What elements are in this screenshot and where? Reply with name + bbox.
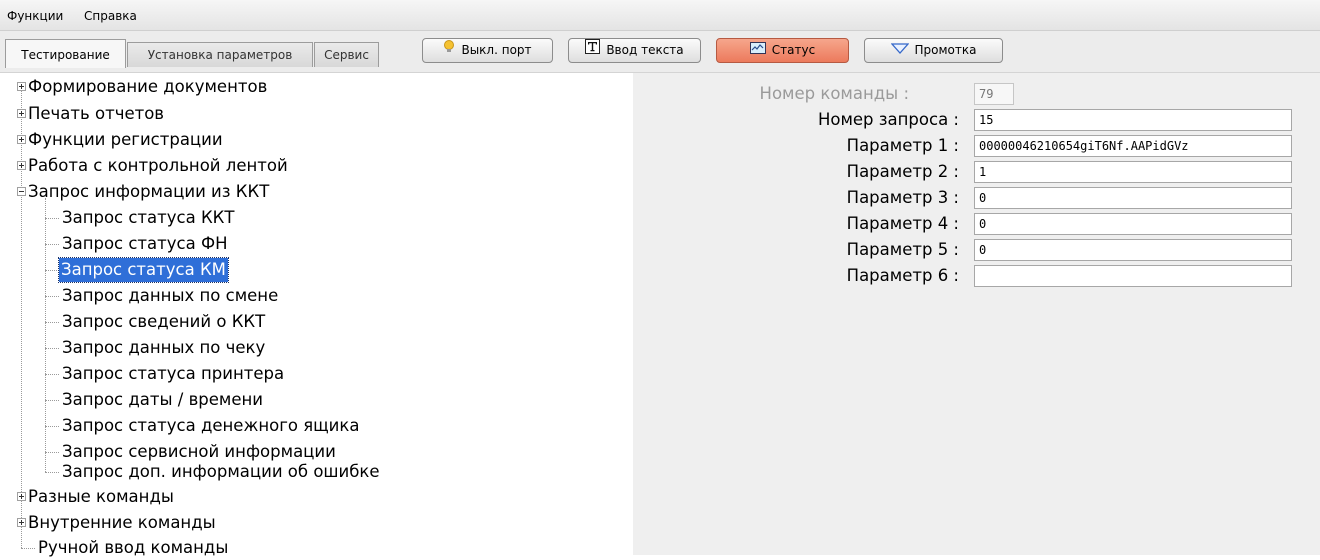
expand-plus-icon[interactable] <box>17 109 26 118</box>
request-number-label: Номер запроса : <box>817 110 959 129</box>
monitor-icon <box>749 39 766 62</box>
param-4-field[interactable]: 0 <box>974 213 1292 235</box>
tree-item-internal-commands[interactable]: Внутренние команды <box>28 511 216 535</box>
param-1-label: Параметр 1 : <box>846 136 959 155</box>
tree-item-kkt-info[interactable]: Запрос информации из ККТ <box>28 180 269 204</box>
expand-plus-icon[interactable] <box>17 82 26 91</box>
tree-branch <box>45 400 59 401</box>
tree-item-kkt-status[interactable]: Запрос статуса ККТ <box>62 206 234 230</box>
param-2-field[interactable]: 1 <box>974 161 1292 183</box>
tree-item-registration[interactable]: Функции регистрации <box>28 128 223 152</box>
param-4-label: Параметр 4 : <box>846 214 959 233</box>
tree-item-reports[interactable]: Печать отчетов <box>28 102 164 126</box>
tree-connector-group <box>45 198 46 472</box>
command-number-label: Номер команды : <box>759 84 909 103</box>
expand-plus-icon[interactable] <box>17 135 26 144</box>
tree-connector-root <box>21 87 22 548</box>
tree-branch <box>45 374 59 375</box>
param-6-field[interactable] <box>974 265 1292 287</box>
text-t-icon <box>585 39 601 62</box>
text-input-button[interactable]: Ввод текста <box>568 38 701 63</box>
tree-branch <box>45 218 59 219</box>
lightbulb-icon <box>443 39 455 62</box>
param-5-field[interactable]: 0 <box>974 239 1292 261</box>
param-2-label: Параметр 2 : <box>846 162 959 181</box>
command-number-field[interactable]: 79 <box>974 83 1014 105</box>
tree-branch <box>45 244 59 245</box>
tree-branch <box>45 296 59 297</box>
tree-branch <box>45 426 59 427</box>
port-off-label: Выкл. порт <box>461 43 532 57</box>
tab-service[interactable]: Сервис <box>314 42 379 67</box>
tab-testing[interactable]: Тестирование <box>5 39 126 68</box>
param-6-label: Параметр 6 : <box>846 266 959 285</box>
tree-item-shift-data[interactable]: Запрос данных по смене <box>62 284 278 308</box>
parameters-panel: Номер команды : 79 Номер запроса : 15 Па… <box>633 73 1320 555</box>
feed-label: Промотка <box>914 43 977 57</box>
menu-functions[interactable]: Функции <box>7 9 63 23</box>
tab-settings[interactable]: Установка параметров <box>127 42 313 67</box>
tree-item-control-tape[interactable]: Работа с контрольной лентой <box>28 154 288 178</box>
feed-button[interactable]: Промотка <box>864 38 1003 63</box>
tree-item-error-info[interactable]: Запрос доп. информации об ошибке <box>62 460 380 484</box>
param-3-field[interactable]: 0 <box>974 187 1292 209</box>
tree-branch <box>45 472 59 473</box>
tree-branch <box>45 452 59 453</box>
tree-item-misc-commands[interactable]: Разные команды <box>28 485 174 509</box>
tree-item-km-status[interactable]: Запрос статуса КМ <box>58 257 229 283</box>
tree-item-fn-status[interactable]: Запрос статуса ФН <box>62 232 228 256</box>
tree-item-manual-command[interactable]: Ручной ввод команды <box>38 536 228 560</box>
menu-help[interactable]: Справка <box>84 9 137 23</box>
expand-plus-icon[interactable] <box>17 161 26 170</box>
collapse-minus-icon[interactable] <box>17 187 26 196</box>
tree-item-documents[interactable]: Формирование документов <box>28 75 267 99</box>
text-input-label: Ввод текста <box>606 43 684 57</box>
menubar: Функции Справка <box>0 0 1320 31</box>
toolbar: Тестирование Установка параметров Сервис… <box>0 31 1320 73</box>
request-number-field[interactable]: 15 <box>974 109 1292 131</box>
param-3-label: Параметр 3 : <box>846 188 959 207</box>
param-1-field[interactable]: 00000046210654giT6Nf.AAPidGVz <box>974 135 1292 157</box>
param-5-label: Параметр 5 : <box>846 240 959 259</box>
tree-item-cash-drawer[interactable]: Запрос статуса денежного ящика <box>62 414 359 438</box>
triangle-down-icon <box>890 39 909 62</box>
expand-plus-icon[interactable] <box>17 492 26 501</box>
tree-item-receipt-data[interactable]: Запрос данных по чеку <box>62 336 265 360</box>
tree-branch <box>45 348 59 349</box>
status-label: Статус <box>771 43 816 57</box>
tree-item-kkt-details[interactable]: Запрос сведений о ККТ <box>62 310 265 334</box>
tree-branch <box>45 270 59 271</box>
port-off-button[interactable]: Выкл. порт <box>422 38 553 63</box>
status-button[interactable]: Статус <box>716 38 849 63</box>
command-tree: Формирование документов Печать отчетов Ф… <box>0 73 633 557</box>
tree-branch <box>21 548 35 549</box>
tree-item-printer-status[interactable]: Запрос статуса принтера <box>62 362 284 386</box>
expand-plus-icon[interactable] <box>17 518 26 527</box>
tree-branch <box>45 322 59 323</box>
tree-item-datetime[interactable]: Запрос даты / времени <box>62 388 263 412</box>
